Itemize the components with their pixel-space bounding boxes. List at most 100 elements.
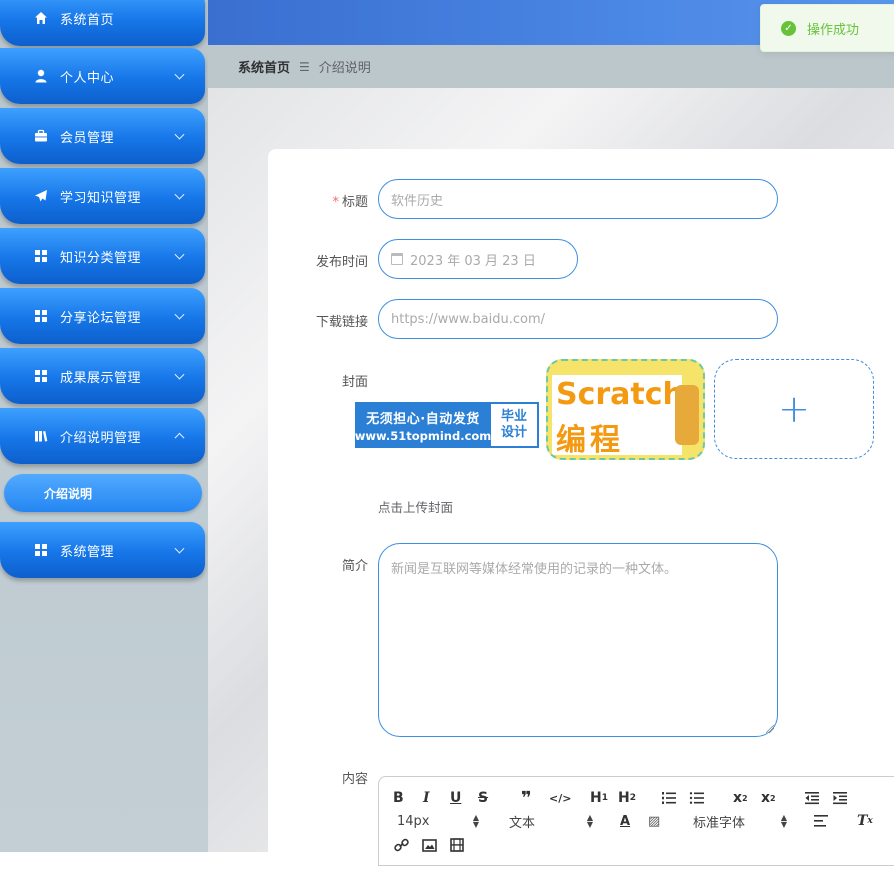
- underline-icon[interactable]: U: [450, 788, 461, 808]
- paper-plane-icon: [34, 189, 48, 203]
- bold-icon[interactable]: B: [393, 788, 404, 808]
- sidebar: 系统首页 个人中心 会员管理 学习知识管理 知识分类管理 分享论坛管理 成果展示…: [0, 0, 208, 852]
- publish-date-value: 2023 年 03 月 23 日: [410, 253, 536, 269]
- sidebar-item-achievements[interactable]: 成果展示管理: [0, 348, 205, 404]
- plus-icon: +: [778, 387, 810, 431]
- briefcase-icon: [34, 129, 48, 143]
- check-circle-icon: ✓: [781, 20, 796, 36]
- book-icon: [34, 429, 48, 443]
- sidebar-item-label: 分享论坛管理: [60, 310, 142, 326]
- sidebar-item-label: 介绍说明管理: [60, 430, 142, 446]
- chevron-up-icon: [174, 432, 185, 443]
- sidebar-subitem-introduction[interactable]: 介绍说明: [4, 474, 202, 512]
- chevron-down-icon: [174, 189, 185, 200]
- sidebar-item-label: 个人中心: [60, 70, 115, 86]
- success-toast: ✓ 操作成功: [760, 4, 894, 52]
- indent-icon[interactable]: [832, 788, 848, 808]
- bullet-list-icon[interactable]: [689, 788, 705, 808]
- summary-textarea[interactable]: 新闻是互联网等媒体经常使用的记录的一种文体。: [378, 543, 778, 737]
- logo-text-line1: 无须担心·自动发货: [366, 411, 480, 427]
- sidebar-item-system-management[interactable]: 系统管理: [0, 522, 205, 578]
- content-label: 内容: [341, 772, 368, 787]
- ordered-list-icon[interactable]: [661, 788, 677, 808]
- sidebar-item-home[interactable]: 系统首页: [0, 0, 205, 46]
- select-caret-icon: ▲ ▼: [780, 813, 787, 829]
- cover-label: 封面: [341, 375, 368, 390]
- publish-time-label: 发布时间: [315, 255, 368, 270]
- logo-side-line2: 设计: [500, 425, 527, 440]
- resize-handle-icon[interactable]: [766, 725, 774, 733]
- subscript-icon[interactable]: x2: [733, 788, 748, 808]
- required-mark: *: [332, 195, 339, 210]
- download-link-input[interactable]: https://www.baidu.com/: [378, 299, 778, 339]
- rich-text-editor: B I U S ❞ </> H1 H2 x2 x2 14px ▲ ▼ 文本 ▲ ▼ …: [378, 776, 894, 866]
- heading1-icon[interactable]: H1: [590, 788, 608, 808]
- breadcrumb-home[interactable]: 系统首页: [238, 57, 290, 76]
- font-color-icon[interactable]: A: [620, 811, 630, 831]
- summary-label: 简介: [341, 559, 368, 574]
- video-icon[interactable]: [450, 835, 464, 855]
- logo-side-line1: 毕业: [500, 409, 527, 424]
- title-input[interactable]: 软件历史: [378, 179, 778, 219]
- chevron-down-icon: [174, 369, 185, 380]
- select-caret-icon: ▲ ▼: [586, 813, 593, 829]
- sidebar-item-label: 学习知识管理: [60, 190, 142, 206]
- sidebar-item-label: 成果展示管理: [60, 370, 142, 386]
- title-input-value: 软件历史: [391, 193, 444, 209]
- select-caret-icon: ▲ ▼: [472, 813, 479, 829]
- sidebar-item-label: 系统管理: [60, 544, 115, 560]
- sidebar-item-learning-knowledge[interactable]: 学习知识管理: [0, 168, 205, 224]
- heading2-icon[interactable]: H2: [618, 788, 636, 808]
- user-icon: [34, 69, 48, 83]
- align-left-icon[interactable]: [813, 811, 829, 831]
- code-block-icon[interactable]: </>: [549, 788, 571, 808]
- summary-value: 新闻是互联网等媒体经常使用的记录的一种文体。: [391, 562, 678, 577]
- sidebar-item-label: 知识分类管理: [60, 250, 142, 266]
- chevron-down-icon: [174, 69, 185, 80]
- font-family-select[interactable]: 标准字体 ▲ ▼: [693, 811, 787, 831]
- title-label: * 标题: [332, 195, 368, 210]
- download-link-value: https://www.baidu.com/: [391, 311, 546, 327]
- breadcrumb-current: 介绍说明: [318, 61, 371, 76]
- grid-icon: [34, 309, 48, 323]
- sidebar-item-knowledge-category[interactable]: 知识分类管理: [0, 228, 205, 284]
- italic-icon[interactable]: I: [423, 788, 430, 808]
- calendar-icon: [391, 253, 403, 265]
- background-color-icon[interactable]: ▨: [648, 811, 660, 831]
- cover-upload-button[interactable]: +: [714, 359, 874, 459]
- sidebar-item-label: 系统首页: [60, 12, 115, 28]
- font-size-select[interactable]: 14px ▲ ▼: [397, 811, 479, 831]
- header-type-select[interactable]: 文本 ▲ ▼: [509, 811, 593, 831]
- sidebar-item-member-management[interactable]: 会员管理: [0, 108, 205, 164]
- sidebar-item-label: 会员管理: [60, 130, 115, 146]
- chevron-down-icon: [174, 309, 185, 320]
- publish-date-picker[interactable]: 2023 年 03 月 23 日: [378, 239, 578, 279]
- home-icon: [34, 11, 48, 25]
- image-icon[interactable]: [422, 835, 437, 855]
- scratch-mascot-icon: [675, 385, 699, 445]
- outdent-icon[interactable]: [804, 788, 820, 808]
- scratch-title: Scratch: [556, 377, 684, 412]
- cover-upload-hint: 点击上传封面: [378, 500, 454, 515]
- clear-format-icon[interactable]: Tx: [857, 811, 873, 831]
- cover-image-scratch[interactable]: Scratch 编程: [546, 359, 705, 460]
- logo-text-line2: www.51topmind.com: [354, 428, 492, 443]
- sidebar-item-introduction-management[interactable]: 介绍说明管理: [0, 408, 205, 464]
- sidebar-item-personal-center[interactable]: 个人中心: [0, 48, 205, 104]
- sidebar-item-forum[interactable]: 分享论坛管理: [0, 288, 205, 344]
- breadcrumb-separator-icon: ☰: [299, 59, 310, 74]
- link-icon[interactable]: [394, 835, 409, 855]
- download-link-label: 下载链接: [315, 315, 368, 330]
- blockquote-icon[interactable]: ❞: [521, 788, 532, 809]
- chevron-down-icon: [174, 249, 185, 260]
- cover-image-logo[interactable]: 无须担心·自动发货 www.51topmind.com 毕业 设计: [355, 402, 539, 448]
- scratch-subtitle: 编程: [556, 423, 624, 458]
- strikethrough-icon[interactable]: S: [478, 788, 488, 808]
- superscript-icon[interactable]: x2: [761, 788, 776, 808]
- grid-icon: [34, 369, 48, 383]
- grid-icon: [34, 249, 48, 263]
- grid-icon: [34, 543, 48, 557]
- chevron-down-icon: [174, 543, 185, 554]
- toast-message: 操作成功: [807, 22, 860, 38]
- chevron-down-icon: [174, 129, 185, 140]
